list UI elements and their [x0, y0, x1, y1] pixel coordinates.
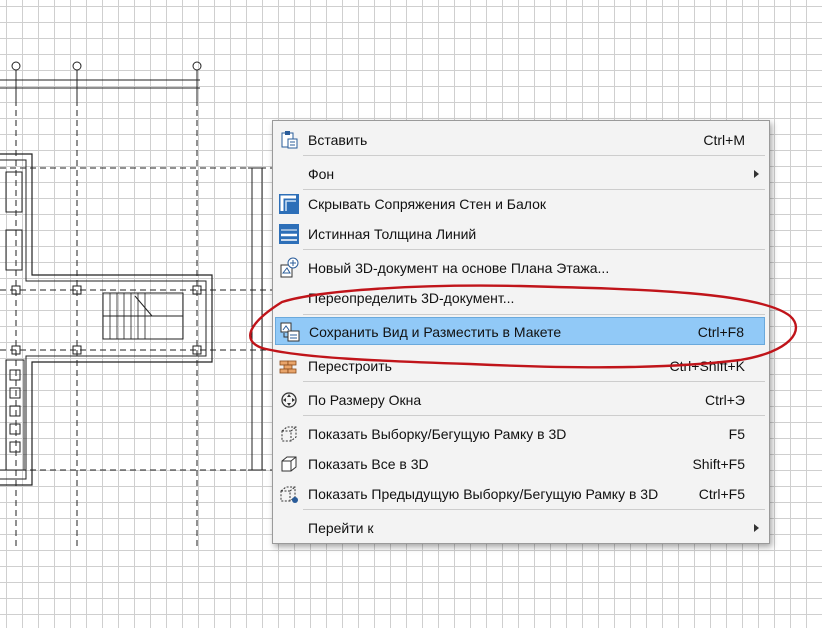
menu-item-label: По Размеру Окна: [308, 392, 422, 408]
menu-item-save-view-place-layout[interactable]: Сохранить Вид и Разместить в Макете Ctrl…: [275, 317, 765, 345]
submenu-arrow-icon: [754, 170, 759, 178]
menu-separator: [303, 249, 765, 250]
menu-item-shortcut: Ctrl+F8: [697, 324, 744, 340]
menu-item-new-3d-document[interactable]: Новый 3D-документ на основе Плана Этажа.…: [275, 254, 765, 282]
menu-item-true-line-weight[interactable]: Истинная Толщина Линий: [275, 220, 765, 248]
menu-item-show-selection-3d[interactable]: Показать Выборку/Бегущую Рамку в 3D F5: [275, 420, 765, 448]
menu-item-label: Фон: [308, 166, 335, 182]
wall-beam-junction-icon: [277, 193, 301, 215]
menu-item-go-to[interactable]: Перейти к: [275, 514, 765, 542]
menu-item-rebuild[interactable]: Перестроить Ctrl+Shift+K: [275, 352, 765, 380]
menu-item-label: Переопределить 3D-документ...: [308, 290, 515, 306]
menu-item-redefine-3d-document[interactable]: Переопределить 3D-документ...: [275, 284, 765, 312]
menu-separator: [303, 155, 765, 156]
menu-separator: [303, 509, 765, 510]
rebuild-icon: [277, 355, 301, 377]
menu-item-shortcut: F5: [728, 426, 745, 442]
show-selection-3d-icon: [277, 423, 301, 445]
menu-item-label: Перейти к: [308, 520, 374, 536]
menu-item-shortcut: Ctrl+M: [703, 132, 745, 148]
true-line-weight-icon: [277, 223, 301, 245]
menu-item-paste[interactable]: Вставить Ctrl+M: [275, 126, 765, 154]
menu-item-label: Истинная Толщина Линий: [308, 226, 477, 242]
menu-separator: [303, 415, 765, 416]
menu-separator: [303, 314, 765, 315]
menu-item-label: Показать Предыдущую Выборку/Бегущую Рамк…: [308, 486, 659, 502]
menu-item-shortcut: Shift+F5: [692, 456, 745, 472]
menu-item-label: Скрывать Сопряжения Стен и Балок: [308, 196, 546, 212]
menu-item-shortcut: Ctrl+F5: [698, 486, 745, 502]
menu-item-shortcut: Ctrl+Э: [704, 392, 745, 408]
menu-item-label: Показать Все в 3D: [308, 456, 429, 472]
menu-item-hide-junctions[interactable]: Скрывать Сопряжения Стен и Балок: [275, 190, 765, 218]
menu-item-shortcut: Ctrl+Shift+K: [669, 358, 745, 374]
save-view-place-layout-icon: [278, 321, 302, 343]
submenu-arrow-icon: [754, 524, 759, 532]
fit-in-window-icon: [277, 389, 301, 411]
show-all-3d-icon: [277, 453, 301, 475]
menu-item-label: Показать Выборку/Бегущую Рамку в 3D: [308, 426, 567, 442]
menu-item-fit-in-window[interactable]: По Размеру Окна Ctrl+Э: [275, 386, 765, 414]
menu-item-label: Сохранить Вид и Разместить в Макете: [309, 324, 562, 340]
menu-item-background[interactable]: Фон: [275, 160, 765, 188]
paste-icon: [277, 129, 301, 151]
context-menu: Вставить Ctrl+M Фон Скрывать Сопряжения …: [272, 120, 770, 544]
menu-separator: [303, 381, 765, 382]
menu-item-label: Вставить: [308, 132, 368, 148]
menu-item-label: Новый 3D-документ на основе Плана Этажа.…: [308, 260, 610, 276]
menu-item-show-all-3d[interactable]: Показать Все в 3D Shift+F5: [275, 450, 765, 478]
menu-item-label: Перестроить: [308, 358, 392, 374]
menu-item-show-previous-selection-3d[interactable]: Показать Предыдущую Выборку/Бегущую Рамк…: [275, 480, 765, 508]
new-3d-document-icon: [277, 257, 301, 279]
show-previous-selection-3d-icon: [277, 483, 301, 505]
